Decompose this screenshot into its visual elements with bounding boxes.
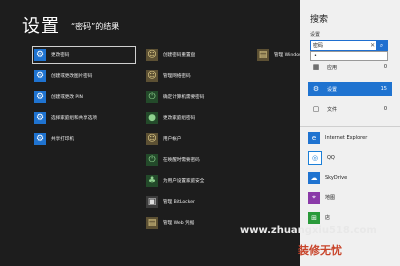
results-subtitle: “密码”的结果: [71, 22, 120, 31]
pane-divider: [300, 126, 400, 127]
result-wake-password[interactable]: ⏻ 在唤醒时需要密码: [146, 153, 200, 167]
gear-icon: ⚙: [34, 91, 46, 103]
result-label: 管理网络密码: [163, 74, 191, 79]
result-change-password[interactable]: ⚙ 更改密码: [32, 46, 136, 64]
result-pin[interactable]: ⚙ 创建或更改 PIN: [34, 90, 83, 104]
search-pane-title: 搜索: [310, 15, 329, 25]
maps-icon: ⌖: [308, 191, 320, 204]
search-input[interactable]: [311, 41, 369, 50]
category-label: 应用: [327, 64, 338, 71]
app-maps[interactable]: ⌖ 地图: [308, 190, 335, 205]
result-picture-password[interactable]: ⚙ 创建或更改图片密码: [34, 69, 92, 83]
result-label: 创建或更改 PIN: [51, 95, 83, 100]
page-title: 设置: [22, 16, 60, 37]
search-category-settings[interactable]: ⚙ 设置 15: [308, 82, 392, 96]
gear-icon: ⚙: [34, 133, 46, 145]
qq-icon: ◎: [308, 150, 322, 165]
result-user-accounts[interactable]: ☺ 用户帐户: [146, 132, 181, 146]
result-label: 确定计算机需要密码: [163, 95, 205, 100]
result-label: 为用户设置家庭安全: [163, 179, 205, 184]
result-label: 选择家庭组和共享选项: [51, 116, 97, 121]
result-label: 更改家庭组密码: [163, 116, 196, 121]
credential-icon: ▤: [257, 49, 269, 61]
close-icon[interactable]: ✕: [369, 42, 376, 49]
app-skydrive[interactable]: ☁ SkyDrive: [308, 170, 347, 185]
category-count: 15: [380, 86, 387, 92]
power-icon: ⏻: [146, 154, 158, 166]
result-label: 管理 BitLocker: [163, 200, 195, 205]
result-label: 在唤醒时需要密码: [163, 158, 200, 163]
app-store[interactable]: ⊞ 店: [308, 210, 330, 225]
result-windows-credentials[interactable]: ▤ 管理 Windows: [257, 48, 305, 62]
user-accounts-icon: ☺: [146, 70, 158, 82]
gear-icon: ⚙: [34, 49, 46, 61]
file-icon: ▢: [312, 105, 320, 113]
search-category-apps[interactable]: ▦ 应用 0: [308, 60, 392, 74]
result-homegroup-options[interactable]: ⚙ 选择家庭组和共享选项: [34, 111, 97, 125]
search-icon[interactable]: ⌕: [376, 41, 387, 50]
category-label: 设置: [327, 86, 338, 93]
result-reset-disk[interactable]: ☺ 创建密码重置盘: [146, 48, 195, 62]
result-family-safety[interactable]: ♣ 为用户设置家庭安全: [146, 174, 204, 188]
watermark-tagline: 装修无忧: [298, 244, 342, 257]
result-label: 创建或更改图片密码: [51, 74, 93, 79]
result-label: 创建密码重置盘: [163, 53, 196, 58]
skydrive-icon: ☁: [308, 171, 320, 184]
app-label: QQ: [327, 154, 335, 161]
app-label: SkyDrive: [325, 174, 348, 181]
app-internet-explorer[interactable]: e Internet Explorer: [308, 130, 367, 145]
category-label: 文件: [327, 106, 338, 113]
watermark-url: www.zhuangxiu518.com: [240, 225, 377, 236]
store-icon: ⊞: [308, 211, 320, 224]
apps-icon: ▦: [312, 63, 320, 71]
result-label: 用户帐户: [163, 137, 182, 142]
result-bitlocker[interactable]: ▣ 管理 BitLocker: [146, 195, 195, 209]
search-box: ✕ ⌕: [310, 40, 388, 51]
homegroup-icon: ●: [146, 112, 158, 124]
bitlocker-icon: ▣: [146, 196, 158, 208]
result-share-printer[interactable]: ⚙ 共享打印机: [34, 132, 74, 146]
result-homegroup-password[interactable]: ● 更改家庭组密码: [146, 111, 195, 125]
result-label: 共享打印机: [51, 137, 74, 142]
user-accounts-icon: ☺: [146, 133, 158, 145]
app-label: 店: [325, 215, 331, 221]
gear-icon: ⚙: [34, 70, 46, 82]
search-category-files[interactable]: ▢ 文件 0: [308, 102, 392, 116]
app-qq[interactable]: ◎ QQ: [308, 150, 335, 165]
category-count: 0: [383, 106, 387, 112]
search-scope-label: 设置: [310, 32, 321, 38]
result-require-password[interactable]: ⏻ 确定计算机需要密码: [146, 90, 204, 104]
result-network-passwords[interactable]: ☺ 管理网络密码: [146, 69, 191, 83]
category-count: 0: [383, 64, 387, 70]
power-icon: ⏻: [146, 91, 158, 103]
result-label: 更改密码: [51, 53, 70, 58]
result-web-credentials[interactable]: ▤ 管理 Web 凭据: [146, 216, 194, 230]
internet-explorer-icon: e: [308, 131, 320, 144]
family-safety-icon: ♣: [146, 175, 158, 187]
gear-icon: ⚙: [312, 85, 320, 93]
result-label: 管理 Web 凭据: [163, 221, 195, 226]
credential-icon: ▤: [146, 217, 158, 229]
gear-icon: ⚙: [34, 112, 46, 124]
app-label: Internet Explorer: [325, 134, 368, 141]
app-label: 地图: [325, 195, 336, 201]
user-accounts-icon: ☺: [146, 49, 158, 61]
